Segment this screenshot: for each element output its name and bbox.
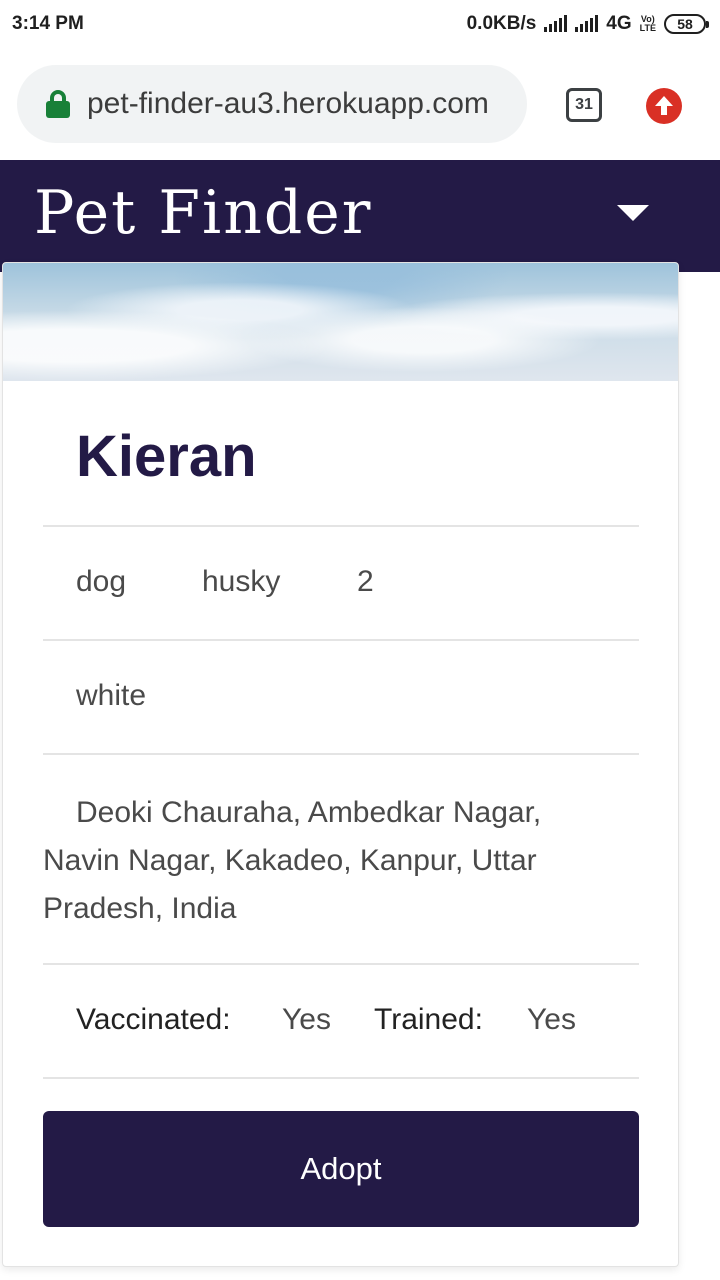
trained-value: Yes	[527, 1003, 576, 1036]
network-speed: 0.0KB/s	[466, 13, 537, 34]
adopt-button[interactable]: Adopt	[43, 1111, 639, 1227]
tab-count: 31	[575, 96, 593, 113]
volte-line-2: LTE	[639, 23, 656, 33]
divider	[43, 753, 639, 755]
pet-name: Kieran	[76, 424, 257, 489]
browser-toolbar: pet-finder-au3.herokuapp.com 31	[0, 48, 720, 160]
vaccinated-value: Yes	[282, 1003, 331, 1036]
status-time: 3:14 PM	[12, 13, 84, 34]
trained-label: Trained:	[374, 1003, 483, 1036]
pet-age: 2	[357, 565, 374, 598]
divider	[43, 525, 639, 527]
signal-icon	[544, 15, 568, 32]
lock-icon[interactable]	[45, 90, 71, 118]
arrow-up-circle-icon[interactable]	[646, 88, 682, 124]
signal-icon	[575, 15, 599, 32]
vaccinated-label: Vaccinated:	[76, 1003, 231, 1036]
volte-icon: Vo) LTE	[640, 15, 656, 33]
status-bar: 3:14 PM 0.0KB/s 4G Vo) LTE 58	[0, 0, 720, 48]
pet-color: white	[76, 679, 147, 712]
pet-card: Kieran dog husky 2 white Deoki Chauraha,…	[2, 262, 679, 1267]
pet-type: dog	[76, 565, 127, 598]
brand-logo[interactable]: Pet Finder	[34, 178, 372, 248]
tab-switcher-button[interactable]: 31	[566, 88, 602, 122]
status-indicators: 0.0KB/s 4G Vo) LTE 58	[466, 13, 709, 35]
pet-breed: husky	[202, 565, 281, 598]
url-text[interactable]: pet-finder-au3.herokuapp.com	[87, 87, 489, 121]
battery-icon: 58	[664, 14, 709, 34]
address-bar[interactable]: pet-finder-au3.herokuapp.com	[17, 65, 527, 143]
app-navbar: Pet Finder	[0, 160, 720, 272]
pet-address: Deoki Chauraha, Ambedkar Nagar, Navin Na…	[43, 796, 542, 925]
divider	[43, 963, 639, 965]
network-type: 4G	[606, 13, 632, 34]
divider	[43, 639, 639, 641]
divider	[43, 1077, 639, 1079]
battery-level: 58	[677, 16, 693, 32]
caret-down-icon[interactable]	[617, 205, 649, 221]
pet-photo	[3, 263, 678, 381]
